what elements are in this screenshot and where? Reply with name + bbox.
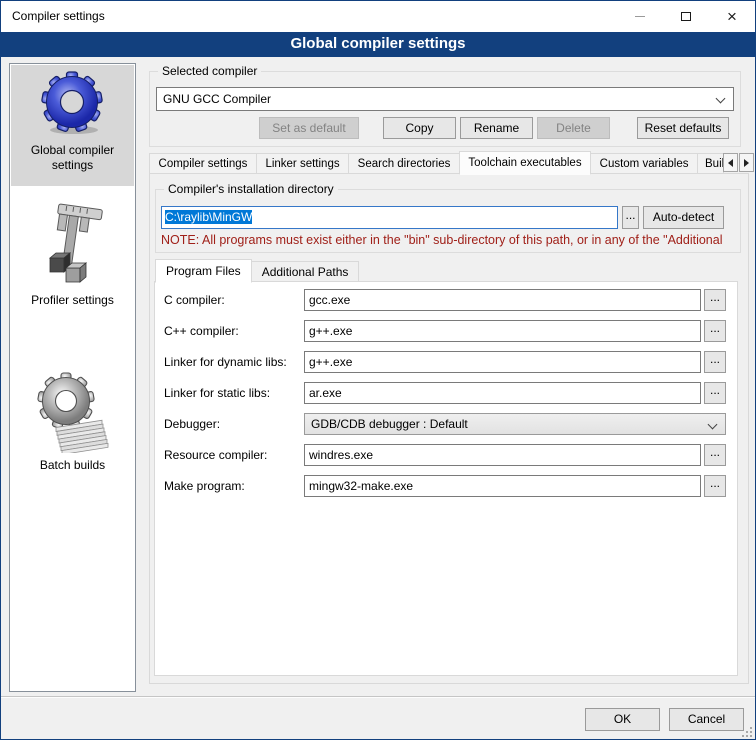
delete-button[interactable]: Delete: [537, 117, 610, 139]
installation-directory-group-label: Compiler's installation directory: [164, 182, 338, 196]
ok-button[interactable]: OK: [585, 708, 660, 731]
tab-linker-settings[interactable]: Linker settings: [256, 153, 349, 174]
close-icon: ×: [727, 8, 737, 25]
settings-category-sidebar: Global compiler settings: [9, 63, 136, 692]
compiler-buttons-row: Set as default Copy Rename Delete Reset …: [150, 117, 730, 139]
static-linker-browse-button[interactable]: ...: [704, 382, 726, 404]
rename-button[interactable]: Rename: [460, 117, 533, 139]
auto-detect-button[interactable]: Auto-detect: [643, 206, 724, 229]
titlebar[interactable]: Compiler settings ×: [1, 1, 755, 32]
static-linker-label: Linker for static libs:: [164, 382, 270, 404]
chevron-down-icon: [716, 94, 726, 104]
tab-search-directories[interactable]: Search directories: [348, 153, 460, 174]
debugger-select-value: GDB/CDB debugger : Default: [311, 417, 468, 431]
blue-gear-icon: [11, 70, 134, 141]
browse-directory-button[interactable]: ...: [622, 206, 639, 229]
set-as-default-button[interactable]: Set as default: [259, 117, 359, 139]
resize-grip[interactable]: [742, 727, 751, 736]
dynamic-linker-input[interactable]: [304, 351, 701, 373]
cpp-compiler-browse-button[interactable]: ...: [704, 320, 726, 342]
cpp-compiler-input[interactable]: [304, 320, 701, 342]
scroll-left-icon: [728, 159, 733, 167]
debugger-label: Debugger:: [164, 413, 220, 435]
dialog-banner: Global compiler settings: [1, 32, 755, 57]
resource-compiler-browse-button[interactable]: ...: [704, 444, 726, 466]
c-compiler-label: C compiler:: [164, 289, 225, 311]
sidebar-item-label: Global compiler settings: [11, 141, 134, 173]
window-title: Compiler settings: [12, 1, 105, 32]
resource-compiler-label: Resource compiler:: [164, 444, 267, 466]
maximize-button[interactable]: [663, 1, 709, 32]
scroll-right-icon: [744, 159, 749, 167]
c-compiler-input[interactable]: [304, 289, 701, 311]
sidebar-item-label: Batch builds: [11, 456, 134, 473]
compiler-settings-window: Compiler settings × Global compiler sett…: [0, 0, 756, 740]
caliper-icon: [11, 196, 134, 291]
sidebar-item-batch-builds[interactable]: Batch builds: [11, 302, 134, 477]
c-compiler-browse-button[interactable]: ...: [704, 289, 726, 311]
footer-divider: [1, 696, 755, 698]
copy-button[interactable]: Copy: [383, 117, 456, 139]
cancel-button[interactable]: Cancel: [669, 708, 744, 731]
sidebar-item-global-compiler-settings[interactable]: Global compiler settings: [11, 65, 134, 186]
close-button[interactable]: ×: [709, 1, 755, 32]
tab-compiler-settings[interactable]: Compiler settings: [149, 153, 257, 174]
maximize-icon: [681, 12, 691, 21]
minimize-icon: [635, 16, 645, 17]
tab-scroll-right-button[interactable]: [739, 153, 754, 172]
cpp-compiler-label: C++ compiler:: [164, 320, 239, 342]
tab-toolchain-executables[interactable]: Toolchain executables: [459, 151, 591, 175]
debugger-select[interactable]: GDB/CDB debugger : Default: [304, 413, 726, 435]
dynamic-linker-browse-button[interactable]: ...: [704, 351, 726, 373]
make-program-browse-button[interactable]: ...: [704, 475, 726, 497]
subtab-additional-paths[interactable]: Additional Paths: [251, 261, 360, 282]
tab-build-clipped[interactable]: Build: [697, 153, 724, 174]
resource-compiler-input[interactable]: [304, 444, 701, 466]
make-program-input[interactable]: [304, 475, 701, 497]
installation-directory-input[interactable]: C:\raylib\MinGW: [161, 206, 618, 229]
gray-gear-stack-icon: [11, 367, 134, 456]
compiler-select[interactable]: GNU GCC Compiler: [156, 87, 734, 111]
programs-subtabstrip: Program Files Additional Paths: [155, 258, 358, 282]
selected-compiler-group-label: Selected compiler: [158, 64, 261, 78]
subtab-program-files[interactable]: Program Files: [155, 259, 252, 283]
make-program-label: Make program:: [164, 475, 245, 497]
selected-compiler-group: Selected compiler GNU GCC Compiler Set a…: [149, 71, 741, 147]
compiler-select-value: GNU GCC Compiler: [163, 92, 271, 106]
minimize-button[interactable]: [617, 1, 663, 32]
reset-defaults-button[interactable]: Reset defaults: [637, 117, 729, 139]
dynamic-linker-label: Linker for dynamic libs:: [164, 351, 287, 373]
chevron-down-icon: [708, 420, 718, 430]
installation-directory-value: C:\raylib\MinGW: [165, 210, 252, 224]
static-linker-input[interactable]: [304, 382, 701, 404]
settings-tabstrip: Compiler settings Linker settings Search…: [149, 150, 723, 174]
tab-custom-variables[interactable]: Custom variables: [590, 153, 698, 174]
bin-subdirectory-note: NOTE: All programs must exist either in …: [161, 233, 747, 247]
tab-scroll-left-button[interactable]: [723, 153, 738, 172]
